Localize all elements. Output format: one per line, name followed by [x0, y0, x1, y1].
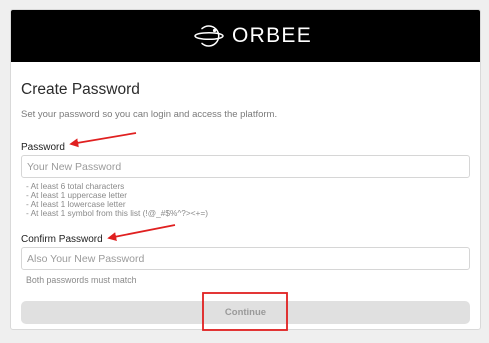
confirm-password-input[interactable]: [21, 247, 470, 270]
page-subtitle: Set your password so you can login and a…: [21, 109, 278, 120]
password-rules: - At least 6 total characters - At least…: [26, 182, 208, 218]
password-label: Password: [21, 142, 65, 153]
orbit-logo-icon: [194, 25, 224, 47]
password-rule: - At least 1 symbol from this list (!@_#…: [26, 207, 209, 218]
confirm-password-hint: Both passwords must match: [26, 275, 137, 285]
brand-name: ORBEE: [232, 24, 313, 47]
brand-logo: ORBEE: [194, 22, 312, 50]
confirm-password-label: Confirm Password: [21, 234, 103, 245]
page-title: Create Password: [21, 81, 140, 98]
brand-header: ORBEE: [11, 10, 480, 62]
continue-button[interactable]: Continue: [21, 301, 470, 324]
create-password-card: ORBEE Create Password Set your password …: [10, 9, 481, 330]
password-input[interactable]: [21, 155, 470, 178]
